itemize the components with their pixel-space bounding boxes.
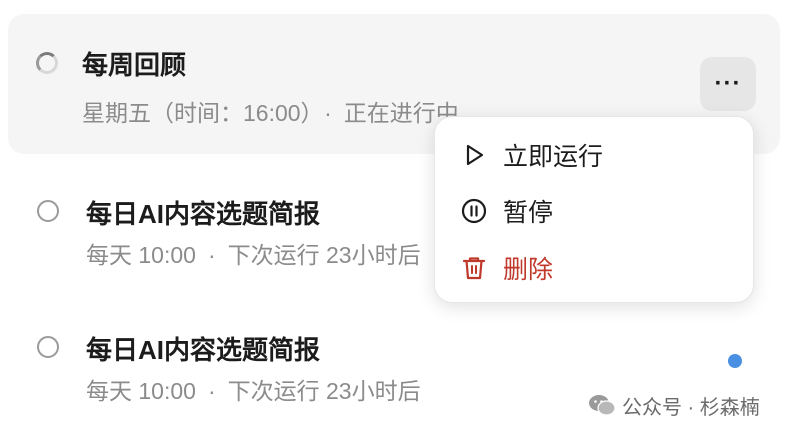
task-title: 每日AI内容选题简报 — [86, 335, 321, 365]
menu-item-label: 暂停 — [503, 199, 554, 227]
watermark: 公众号 · 杉森楠 — [588, 391, 760, 419]
meta-separator: · — [207, 378, 216, 404]
wechat-icon — [589, 395, 616, 416]
task-schedule: 星期五（时间：16:00） — [82, 100, 313, 126]
watermark-text: 公众号 · 杉森楠 — [622, 396, 760, 419]
task-meta: 每天 10:00 · 下次运行 23小时后 — [86, 372, 421, 406]
spinner-icon — [36, 52, 58, 74]
more-options-button[interactable]: ··· — [700, 57, 756, 111]
menu-item-delete[interactable]: 删除 — [435, 243, 753, 293]
menu-item-label: 删除 — [503, 256, 554, 284]
task-schedule: 每天 10:00 — [86, 378, 196, 404]
trash-icon — [462, 257, 486, 280]
task-status: 下次运行 23小时后 — [227, 378, 421, 404]
circle-icon — [37, 200, 59, 222]
task-title: 每周回顾 — [82, 50, 187, 80]
task-meta: 星期五（时间：16:00） · 正在进行中 — [82, 94, 459, 128]
context-menu: 立即运行 暂停 删除 — [434, 116, 754, 303]
meta-separator: · — [207, 242, 216, 268]
menu-item-pause[interactable]: 暂停 — [435, 186, 753, 236]
task-meta: 每天 10:00 · 下次运行 23小时后 — [86, 236, 421, 270]
task-title: 每日AI内容选题简报 — [86, 199, 321, 229]
menu-item-run-now[interactable]: 立即运行 — [435, 130, 753, 180]
task-schedule: 每天 10:00 — [86, 242, 196, 268]
circle-icon — [37, 336, 59, 358]
play-icon — [466, 144, 484, 166]
task-status: 下次运行 23小时后 — [227, 242, 421, 268]
unread-dot — [728, 354, 742, 368]
meta-separator: · — [324, 100, 332, 126]
pause-icon — [461, 198, 487, 224]
menu-item-label: 立即运行 — [503, 143, 604, 171]
